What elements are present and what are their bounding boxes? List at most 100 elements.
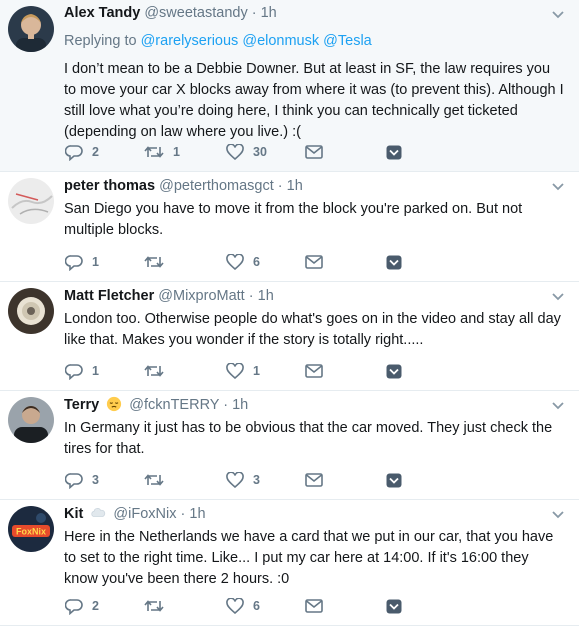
retweet-button[interactable] <box>144 597 173 615</box>
display-name[interactable]: Alex Tandy <box>64 5 140 21</box>
like-button[interactable]: 6 <box>226 597 260 615</box>
timestamp[interactable]: 1h <box>232 397 248 413</box>
direct-message-icon <box>386 364 402 378</box>
tweet[interactable]: Matt Fletcher @MixproMatt · 1h London to… <box>0 282 579 391</box>
retweet-button[interactable]: 1 <box>144 143 180 161</box>
tweet[interactable]: FoxNix Kit @iFoxNix · 1h Here in the Net… <box>0 500 579 626</box>
direct-message-button[interactable] <box>386 597 402 615</box>
tweet[interactable]: Terry @fcknTERRY · 1h In Germany it just… <box>0 391 579 500</box>
tweet-actions: 1 6 <box>65 253 465 271</box>
like-button[interactable]: 1 <box>226 362 260 380</box>
reply-button[interactable]: 2 <box>65 143 99 161</box>
direct-message-button[interactable] <box>386 143 402 161</box>
mail-icon <box>305 364 323 378</box>
timestamp[interactable]: 1h <box>261 5 277 21</box>
mention-link[interactable]: @rarelyserious <box>141 33 239 49</box>
like-count: 3 <box>253 473 260 487</box>
like-count: 1 <box>253 364 260 378</box>
timestamp[interactable]: 1h <box>258 288 274 304</box>
chevron-down-icon[interactable] <box>551 10 565 20</box>
avatar[interactable] <box>8 397 54 443</box>
like-icon <box>226 144 244 160</box>
tweet-actions: 2 1 30 <box>65 143 465 161</box>
retweet-icon <box>144 146 164 158</box>
user-handle[interactable]: @MixproMatt <box>158 288 244 304</box>
reply-count: 2 <box>92 599 99 613</box>
timestamp[interactable]: 1h <box>189 506 205 522</box>
tweet[interactable]: peter thomas @peterthomasgct · 1h San Di… <box>0 172 579 282</box>
replying-to-label: Replying to <box>64 33 137 49</box>
reply-button[interactable]: 1 <box>65 253 99 271</box>
display-name[interactable]: Matt Fletcher <box>64 288 154 304</box>
display-name[interactable]: Terry <box>64 397 99 413</box>
retweet-button[interactable] <box>144 471 173 489</box>
mail-button[interactable] <box>305 362 323 380</box>
chevron-down-icon[interactable] <box>551 292 565 302</box>
user-handle[interactable]: @peterthomasgct <box>159 178 274 194</box>
reply-count: 3 <box>92 473 99 487</box>
like-button[interactable]: 3 <box>226 471 260 489</box>
like-button[interactable]: 30 <box>226 143 267 161</box>
reply-count: 1 <box>92 255 99 269</box>
direct-message-button[interactable] <box>386 362 402 380</box>
display-name[interactable]: peter thomas <box>64 178 155 194</box>
tweet-header: Alex Tandy @sweetastandy · 1h <box>64 4 579 23</box>
reply-icon <box>65 598 83 615</box>
tweet-text: San Diego you have to move it from the b… <box>64 201 523 238</box>
avatar[interactable] <box>8 288 54 334</box>
avatar-logo-text: FoxNix <box>16 527 46 537</box>
reply-icon <box>65 472 83 489</box>
separator-dot: · <box>277 178 283 194</box>
like-count: 6 <box>253 599 260 613</box>
display-name[interactable]: Kit <box>64 506 83 522</box>
direct-message-button[interactable] <box>386 471 402 489</box>
avatar[interactable] <box>8 178 54 224</box>
tweet-text: I don’t mean to be a Debbie Downer. But … <box>64 61 564 140</box>
reply-button[interactable]: 2 <box>65 597 99 615</box>
tweet-actions: 1 1 <box>65 362 465 380</box>
mail-button[interactable] <box>305 253 323 271</box>
tweet-actions: 3 3 <box>65 471 465 489</box>
chevron-down-icon[interactable] <box>551 510 565 520</box>
tweet-actions: 2 6 <box>65 597 465 615</box>
direct-message-icon <box>386 473 402 487</box>
chevron-down-icon[interactable] <box>551 401 565 411</box>
retweet-button[interactable] <box>144 362 173 380</box>
mail-icon <box>305 599 323 613</box>
retweet-icon <box>144 474 164 486</box>
direct-message-icon <box>386 255 402 269</box>
replying-to: Replying to @rarelyserious @elonmusk @Te… <box>64 32 579 51</box>
reply-count: 1 <box>92 364 99 378</box>
mention-link[interactable]: @Tesla <box>323 33 372 49</box>
retweet-icon <box>144 256 164 268</box>
mail-button[interactable] <box>305 597 323 615</box>
avatar[interactable] <box>8 6 54 52</box>
reply-icon <box>65 254 83 271</box>
user-handle[interactable]: @fcknTERRY <box>129 397 219 413</box>
direct-message-icon <box>386 599 402 613</box>
user-handle[interactable]: @sweetastandy <box>144 5 247 21</box>
mail-button[interactable] <box>305 471 323 489</box>
tweet-header: Matt Fletcher @MixproMatt · 1h <box>64 287 579 306</box>
mention-link[interactable]: @elonmusk <box>242 33 319 49</box>
like-icon <box>226 598 244 614</box>
direct-message-button[interactable] <box>386 253 402 271</box>
like-button[interactable]: 6 <box>226 253 260 271</box>
user-handle[interactable]: @iFoxNix <box>113 506 176 522</box>
mail-icon <box>305 145 323 159</box>
separator-dot: · <box>180 506 186 522</box>
like-icon <box>226 363 244 379</box>
tweet-text: London too. Otherwise people do what's g… <box>64 311 561 348</box>
separator-dot: · <box>223 397 229 413</box>
timestamp[interactable]: 1h <box>287 178 303 194</box>
cloud-emoji <box>91 508 106 517</box>
tweet-text: Here in the Netherlands we have a card t… <box>64 529 554 587</box>
tweet[interactable]: Alex Tandy @sweetastandy · 1h Replying t… <box>0 0 579 172</box>
chevron-down-icon[interactable] <box>551 182 565 192</box>
retweet-button[interactable] <box>144 253 173 271</box>
retweet-icon <box>144 600 164 612</box>
reply-button[interactable]: 3 <box>65 471 99 489</box>
avatar[interactable]: FoxNix <box>8 506 54 552</box>
mail-button[interactable] <box>305 143 323 161</box>
reply-button[interactable]: 1 <box>65 362 99 380</box>
